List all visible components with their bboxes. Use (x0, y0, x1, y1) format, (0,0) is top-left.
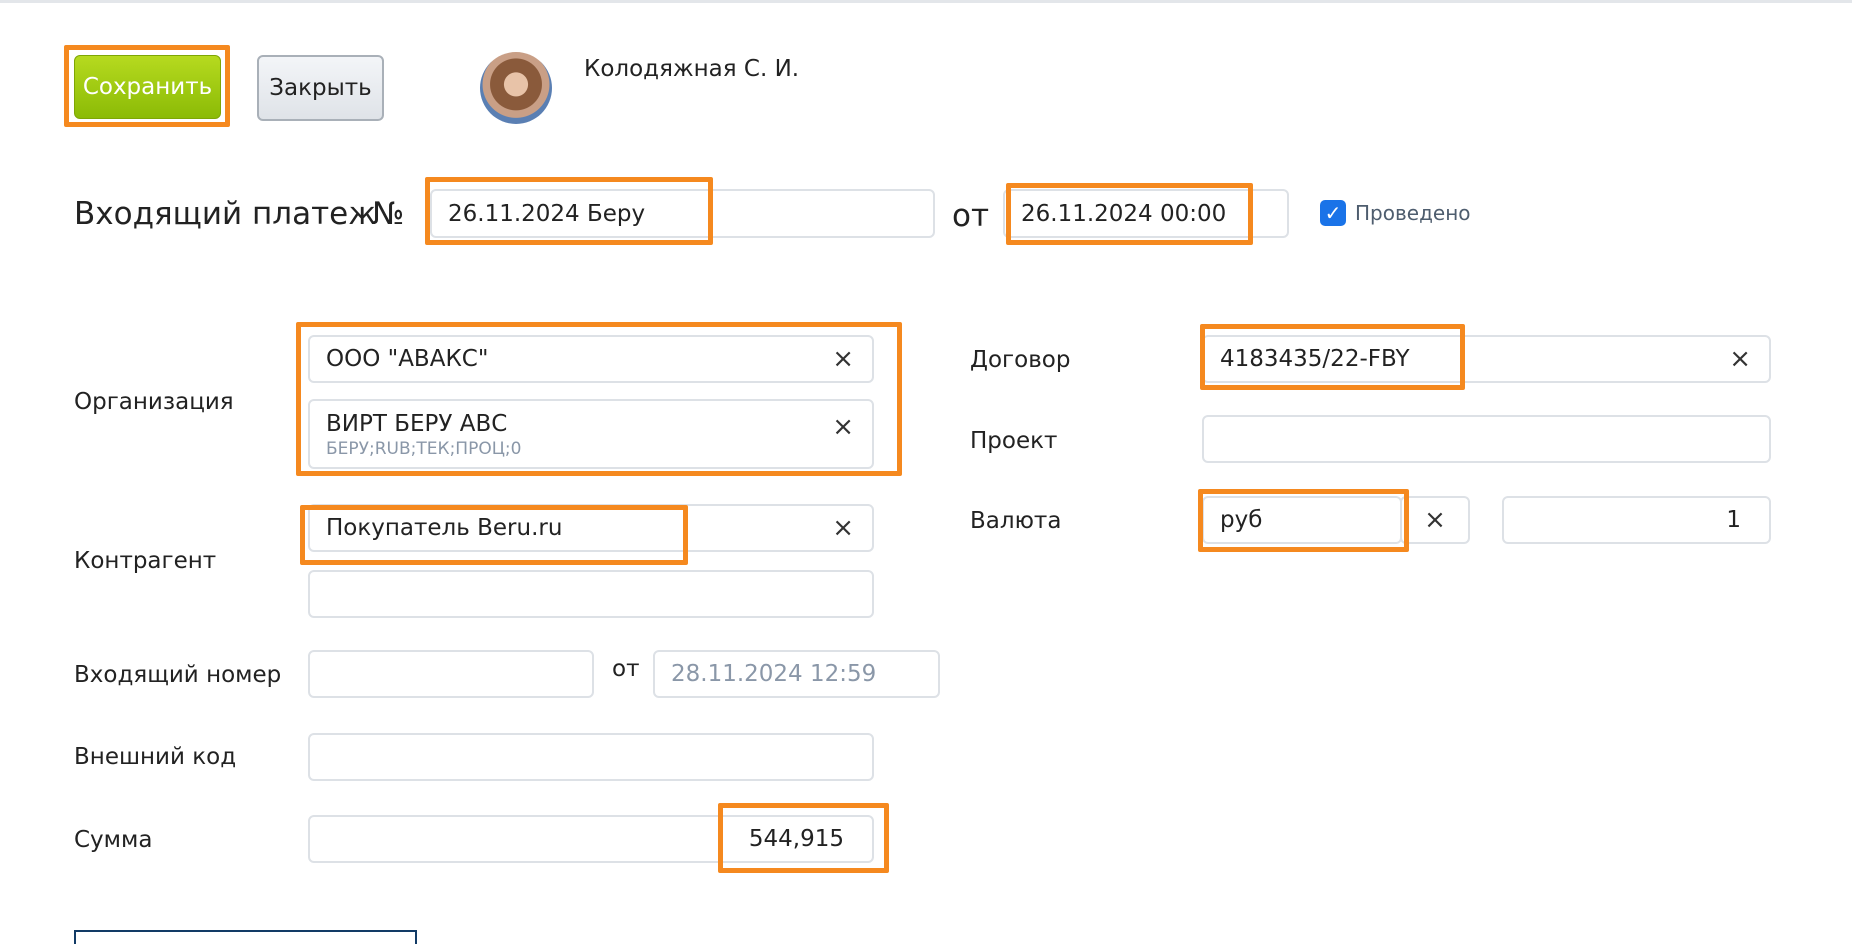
save-button[interactable]: Сохранить (74, 55, 221, 119)
counterparty-value: Покупатель Beru.ru (326, 515, 563, 541)
clear-currency-icon[interactable]: × (1400, 496, 1470, 544)
incoming-date-placeholder: 28.11.2024 12:59 (671, 661, 877, 687)
currency-value: руб (1220, 507, 1263, 533)
incoming-date-label: от (612, 656, 640, 682)
payment-form-page: Сохранить Закрыть Колодяжная С. И. Входя… (0, 0, 1852, 944)
amount-label: Сумма (74, 827, 153, 853)
incoming-date-input[interactable]: 28.11.2024 12:59 (653, 650, 940, 698)
contract-value: 4183435/22-FBY (1220, 346, 1410, 372)
organization-value: ООО "АВАКС" (326, 346, 489, 372)
project-select[interactable] (1202, 415, 1771, 463)
organization-select[interactable]: ООО "АВАКС" × (308, 335, 874, 383)
incoming-number-input[interactable] (308, 650, 594, 698)
external-code-label: Внешний код (74, 744, 237, 770)
amount-value: 544,915 (748, 826, 844, 852)
contract-select[interactable]: 4183435/22-FBY × (1202, 335, 1771, 383)
amount-input[interactable]: 544,915 (308, 815, 874, 863)
document-date-input[interactable]: 26.11.2024 00:00 (1003, 189, 1289, 238)
posted-checkbox[interactable]: ✓ (1320, 200, 1346, 226)
document-number-input[interactable]: 26.11.2024 Беру (430, 189, 935, 238)
clear-account-icon[interactable]: × (832, 414, 854, 440)
account-details: БЕРУ;RUB;ТЕК;ПРОЦ;0 (326, 439, 522, 459)
avatar (480, 52, 552, 124)
counterparty-select[interactable]: Покупатель Beru.ru × (308, 504, 874, 552)
posted-label: Проведено (1355, 201, 1471, 225)
bottom-panel-edge (74, 930, 417, 944)
project-label: Проект (970, 428, 1058, 454)
exchange-rate-input[interactable]: 1 (1502, 496, 1771, 544)
clear-organization-icon[interactable]: × (832, 346, 854, 372)
document-date-label: от (952, 198, 990, 234)
document-number-value: 26.11.2024 Беру (448, 200, 646, 227)
page-title: Входящий платеж (74, 196, 377, 232)
currency-label: Валюта (970, 508, 1062, 534)
document-date-value: 26.11.2024 00:00 (1021, 200, 1227, 227)
organization-label: Организация (74, 389, 234, 415)
exchange-rate-value: 1 (1726, 507, 1741, 533)
clear-contract-icon[interactable]: × (1729, 346, 1751, 372)
user-name: Колодяжная С. И. (584, 56, 800, 82)
close-button[interactable]: Закрыть (257, 55, 384, 121)
account-select[interactable]: ВИРТ БЕРУ АВС БЕРУ;RUB;ТЕК;ПРОЦ;0 × (308, 399, 874, 469)
counterparty-label: Контрагент (74, 548, 217, 574)
external-code-input[interactable] (308, 733, 874, 781)
clear-counterparty-icon[interactable]: × (832, 515, 854, 541)
number-sign: № (372, 196, 405, 232)
incoming-number-label: Входящий номер (74, 662, 282, 688)
counterparty-extra-input[interactable] (308, 570, 874, 618)
top-divider (0, 0, 1852, 3)
contract-label: Договор (970, 347, 1071, 373)
account-value: ВИРТ БЕРУ АВС (326, 411, 508, 437)
check-icon: ✓ (1324, 201, 1342, 225)
currency-select[interactable]: руб (1202, 496, 1402, 544)
